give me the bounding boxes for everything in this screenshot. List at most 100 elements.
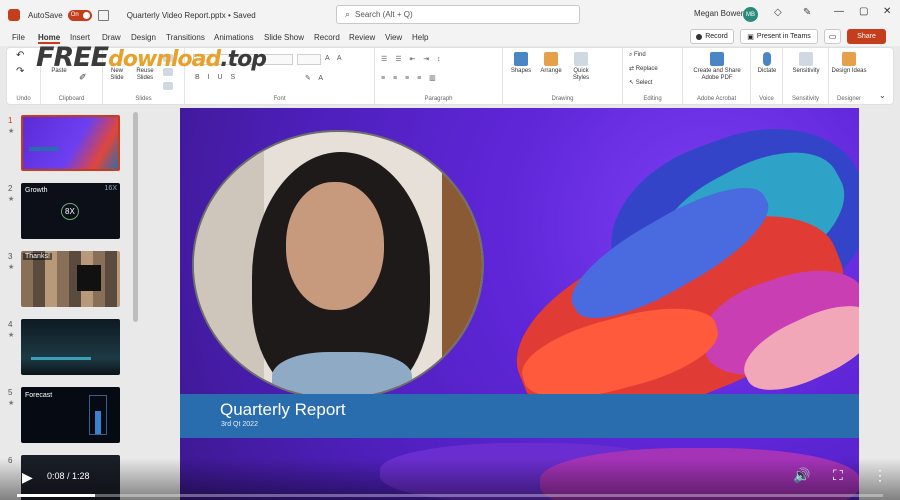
powerpoint-logo-icon (8, 9, 20, 21)
sensitivity-button[interactable]: Sensitivity (785, 52, 827, 75)
tab-insert[interactable]: Insert (70, 33, 90, 42)
list-buttons-icon[interactable]: ☰ ☰ ⇤ ⇥ ↕ (381, 55, 444, 63)
maximize-icon[interactable]: ▢ (859, 6, 868, 17)
dictate-label: Dictate (757, 68, 777, 74)
group-label-paragraph: Paragraph (424, 96, 453, 102)
thumb-chart-bar (95, 411, 101, 434)
slide-thumbnail-5[interactable]: Forecast (21, 387, 120, 443)
tab-record[interactable]: Record (314, 33, 340, 42)
shapes-label: Shapes (510, 68, 532, 74)
thumb-title: Forecast (25, 392, 53, 399)
avatar[interactable]: MB (743, 7, 758, 22)
video-timecode: 0:08 / 1:28 (47, 471, 90, 481)
sensitivity-icon (799, 52, 813, 66)
tab-design[interactable]: Design (131, 33, 156, 42)
section-icon[interactable] (163, 82, 173, 90)
tab-help[interactable]: Help (412, 33, 428, 42)
presenter-shirt (272, 352, 412, 398)
teams-icon: ▣ (747, 33, 754, 41)
share-label: Share (857, 33, 876, 40)
slide-thumbnail-4[interactable] (21, 319, 120, 375)
watermark-top: .top (220, 47, 267, 72)
tab-transitions[interactable]: Transitions (166, 33, 205, 42)
format-painter-icon[interactable]: ✐ (79, 73, 87, 82)
presenter-video-cameo[interactable] (192, 130, 484, 400)
replace-label: Replace (635, 66, 658, 72)
shapes-button[interactable]: Shapes (507, 52, 535, 75)
thumb-number-3: 3 (8, 252, 13, 261)
tab-review[interactable]: Review (349, 33, 375, 42)
group-voice: Dictate Voice (751, 48, 783, 104)
thumb-title: Thanks! (23, 253, 52, 260)
slide-canvas[interactable]: Quarterly Report 3rd Qt 2022 (180, 108, 859, 500)
volume-icon[interactable]: 🔊 (793, 467, 810, 484)
slide-thumbnail-2[interactable]: Growth 8X 16X (21, 183, 120, 239)
group-label-adobe: Adobe Acrobat (696, 96, 737, 102)
undo-icon[interactable]: ↶ (16, 51, 24, 61)
more-options-icon[interactable]: ⋮ (873, 467, 887, 484)
microphone-icon (763, 52, 771, 66)
autosave-toggle[interactable]: On (67, 9, 92, 21)
fullscreen-icon[interactable]: ⛶ (833, 467, 843, 484)
design-ideas-button[interactable]: Design Ideas (831, 52, 867, 75)
slide-thumbnail-3[interactable]: Thanks! (21, 251, 120, 307)
diamond-icon[interactable]: ◇ (774, 7, 782, 18)
group-label-voice: Voice (759, 96, 774, 102)
font-color-icon[interactable]: ✎ A (305, 74, 326, 82)
present-label: Present in Teams (756, 33, 811, 40)
minimize-icon[interactable]: — (834, 6, 844, 17)
watermark: FREEdownload.top (36, 42, 267, 73)
tab-draw[interactable]: Draw (102, 33, 121, 42)
pen-icon[interactable]: ✎ (803, 7, 811, 18)
align-buttons-icon[interactable]: ≡ ≡ ≡ ≡ ▥ (381, 74, 439, 82)
replace-icon: ⇄ (629, 66, 636, 72)
collapse-ribbon-icon[interactable]: ⌄ (879, 92, 886, 100)
create-share-pdf-button[interactable]: Create and Share Adobe PDF (687, 52, 747, 82)
tab-view[interactable]: View (385, 33, 402, 42)
arrange-button[interactable]: Arrange (537, 52, 565, 75)
save-icon[interactable] (97, 9, 109, 21)
slide-thumbnail-1[interactable] (21, 115, 120, 171)
thumb-number-5: 5 (8, 388, 13, 397)
design-ideas-label: Design Ideas (831, 68, 867, 74)
thumb-corner-value: 16X (104, 185, 117, 192)
redo-icon[interactable]: ↷ (16, 67, 24, 77)
select-icon: ↖ (629, 80, 636, 86)
font-size-field[interactable] (297, 54, 321, 65)
group-sensitivity: Sensitivity Sensitivity (783, 48, 829, 104)
tab-animations[interactable]: Animations (214, 33, 254, 42)
thumbnail-scrollbar[interactable] (133, 112, 138, 322)
tab-slide-show[interactable]: Slide Show (264, 33, 304, 42)
search-input[interactable]: ⌕ Search (Alt + Q) (336, 5, 580, 24)
thumb-animation-icon: ★ (8, 128, 15, 135)
find-button[interactable]: ⌕ Find (629, 52, 646, 59)
quick-styles-button[interactable]: Quick Styles (567, 52, 595, 82)
autosave-label: AutoSave (28, 10, 63, 20)
close-icon[interactable]: ✕ (883, 6, 891, 17)
play-icon[interactable]: ▶ (22, 469, 33, 486)
thumb-animation-icon: ★ (8, 196, 15, 203)
select-label: Select (635, 80, 653, 86)
dictate-button[interactable]: Dictate (753, 52, 781, 75)
thumb-accent-line (31, 357, 91, 360)
video-progress-bar[interactable] (17, 494, 883, 497)
font-style-buttons-icon[interactable]: B I U S (195, 74, 238, 81)
slide-title[interactable]: Quarterly Report (220, 400, 346, 420)
tab-file[interactable]: File (12, 33, 25, 42)
present-in-teams-button[interactable]: ▣ Present in Teams (740, 29, 818, 44)
select-button[interactable]: ↖ Select (629, 80, 652, 87)
user-name[interactable]: Megan Bowen (694, 9, 745, 18)
thumb-number-4: 4 (8, 320, 13, 329)
font-size-buttons-icon[interactable]: A A (325, 55, 345, 62)
group-label-font: Font (273, 96, 286, 102)
thumb-number-1: 1 (8, 116, 13, 125)
group-label-clipboard: Clipboard (58, 96, 85, 102)
replace-button[interactable]: ⇄ Replace (629, 66, 658, 73)
watermark-free: FREE (36, 42, 109, 73)
group-label-slides: Slides (135, 96, 152, 102)
comments-button[interactable]: ▭ (824, 29, 841, 44)
slide-subtitle[interactable]: 3rd Qt 2022 (221, 421, 258, 428)
share-button[interactable]: Share (847, 29, 886, 44)
group-label-undo: Undo (16, 96, 31, 102)
record-button[interactable]: Record (690, 29, 734, 44)
